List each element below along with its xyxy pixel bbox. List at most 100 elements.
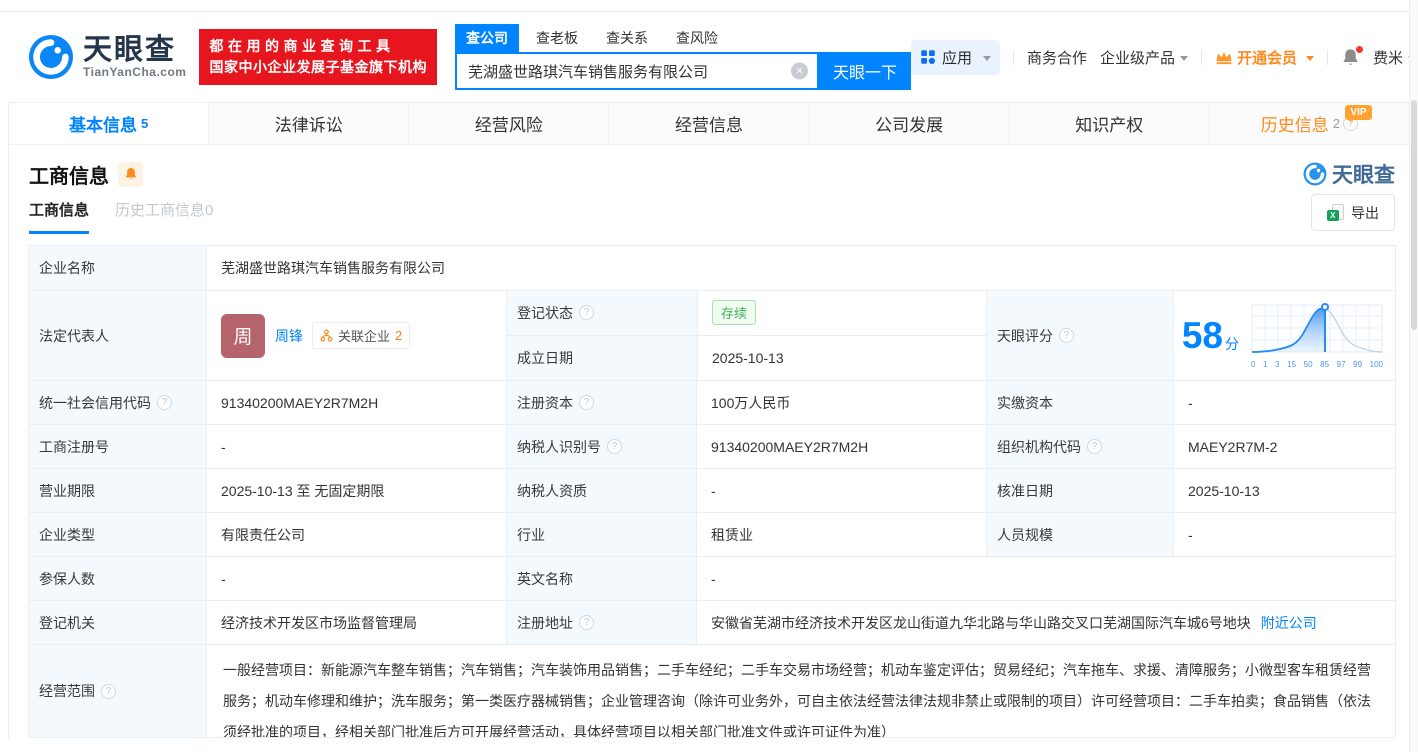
credit-code-label: 统一社会信用代码	[29, 381, 206, 424]
company-nav-tabs: 基本信息5 法律诉讼 经营风险 经营信息 公司发展 知识产权 历史信息2 VIP	[9, 102, 1409, 145]
tab-basic-info[interactable]: 基本信息 5	[9, 103, 209, 144]
tab-operation-info[interactable]: 经营信息	[608, 103, 808, 144]
vip-label: 开通会员	[1237, 49, 1298, 67]
reg-capital-value: 100万人民币	[696, 381, 986, 424]
chevron-down-icon	[1306, 55, 1315, 65]
header-menu: 应用 商务合作 企业级产品 开通会员 费米	[910, 39, 1417, 75]
search-input[interactable]	[454, 52, 819, 90]
related-companies-badge[interactable]: 关联企业 2	[312, 322, 411, 349]
excel-icon	[1327, 204, 1344, 221]
avatar[interactable]: 周	[221, 313, 265, 358]
menu-divider	[1327, 49, 1329, 65]
subtab-business-info[interactable]: 工商信息	[29, 199, 90, 234]
tab-intellectual-property[interactable]: 知识产权	[1008, 103, 1209, 144]
help-icon[interactable]	[579, 395, 594, 410]
insured-num-label: 参保人数	[29, 557, 206, 600]
tab-count: 2	[1332, 116, 1341, 131]
cooperation-link[interactable]: 商务合作	[1027, 47, 1087, 68]
export-button[interactable]: 导出	[1311, 194, 1395, 231]
org-code-value: MAEY2R7M-2	[1173, 425, 1395, 468]
taxpayer-no-value: 91340200MAEY2R7M2H	[696, 425, 986, 468]
menu-divider	[1013, 49, 1014, 65]
help-icon[interactable]	[101, 683, 116, 699]
clear-search-icon[interactable]	[790, 62, 808, 80]
bell-icon	[125, 168, 136, 180]
legal-rep-cell: 周 周锋 关联企业 2	[206, 291, 506, 380]
staff-scale-label: 人员规模	[986, 513, 1173, 556]
enterprise-link[interactable]: 企业级产品	[1100, 47, 1189, 68]
search-tabs: 查公司 查老板 查关系 查风险	[454, 24, 911, 52]
search-button[interactable]: 天眼一下	[818, 52, 911, 90]
reg-address-value: 安徽省芜湖市经济技术开发区龙山街道九华北路与华山路交叉口芜湖国际汽车城6号地块 …	[696, 601, 1395, 644]
help-icon[interactable]	[579, 615, 594, 630]
reg-authority-value: 经济技术开发区市场监督管理局	[206, 601, 506, 644]
search-block: 查公司 查老板 查关系 查风险 天眼一下	[454, 24, 911, 90]
table-row: 营业期限 2025-10-13 至 无固定期限 纳税人资质 - 核准日期 202…	[29, 468, 1395, 512]
main-content: 基本信息5 法律诉讼 经营风险 经营信息 公司发展 知识产权 历史信息2 VIP…	[8, 102, 1409, 738]
promo-line2: 国家中小企业发展子基金旗下机构	[209, 59, 427, 75]
notifications-button[interactable]	[1341, 45, 1364, 67]
eye-logo-icon	[1303, 162, 1327, 186]
staff-scale-value: -	[1173, 513, 1395, 556]
username: 费米	[1373, 49, 1404, 67]
menu-divider	[1201, 49, 1203, 65]
table-row: 登记机关 经济技术开发区市场监督管理局 注册地址 安徽省芜湖市经济技术开发区龙山…	[29, 600, 1395, 644]
vip-badge: VIP	[1345, 105, 1372, 122]
status-badge: 存续	[712, 300, 757, 326]
biz-scope-value: 一般经营项目：新能源汽车整车销售；汽车销售；汽车装饰用品销售；二手车经纪；二手车…	[206, 645, 1395, 737]
tianyancha-logo[interactable]: 天眼查 TianYanCha.com	[28, 34, 186, 80]
tab-label: 法律诉讼	[274, 116, 343, 135]
logo-title: 天眼查	[83, 33, 177, 66]
table-row: 统一社会信用代码 91340200MAEY2R7M2H 注册资本 100万人民币…	[29, 380, 1395, 424]
reg-capital-label: 注册资本	[506, 381, 696, 424]
company-name-label: 企业名称	[29, 246, 206, 290]
search-row: 天眼一下	[454, 52, 911, 90]
header: 天眼查 TianYanCha.com 都在用的商业查询工具 国家中小企业发展子基…	[0, 12, 1418, 102]
logo-text: 天眼查 TianYanCha.com	[83, 33, 186, 79]
chevron-down-icon	[1180, 55, 1189, 65]
subscribe-bell-button[interactable]	[118, 161, 143, 187]
tab-history-info[interactable]: 历史信息2 VIP	[1208, 103, 1409, 144]
help-icon[interactable]	[579, 305, 594, 321]
apps-button[interactable]: 应用	[910, 39, 1000, 75]
table-row: 经营范围 一般经营项目：新能源汽车整车销售；汽车销售；汽车装饰用品销售；二手车经…	[29, 644, 1395, 737]
score-unit: 分	[1225, 336, 1239, 352]
taxpayer-quality-value: -	[696, 469, 986, 512]
tab-company-development[interactable]: 公司发展	[808, 103, 1009, 144]
help-icon[interactable]	[607, 439, 622, 454]
score-value: 58	[1181, 315, 1223, 356]
tab-label: 基本信息	[68, 116, 137, 135]
score-cell: 58 分 0 1 3 15 50 85 97 99 100	[1173, 291, 1395, 380]
chevron-down-icon	[983, 55, 991, 65]
reg-authority-label: 登记机关	[29, 601, 206, 644]
help-icon[interactable]	[157, 395, 172, 410]
tab-operation-risk[interactable]: 经营风险	[408, 103, 608, 144]
enterprise-label: 企业级产品	[1100, 49, 1176, 67]
help-icon[interactable]	[1087, 439, 1102, 454]
notification-dot	[1356, 45, 1364, 53]
reg-address-label: 注册地址	[506, 601, 696, 644]
search-tab-relation[interactable]: 查关系	[606, 24, 648, 52]
subtab-history-business-info[interactable]: 历史工商信息0	[115, 199, 213, 234]
search-tab-company[interactable]: 查公司	[454, 24, 519, 52]
eye-logo-icon	[28, 34, 74, 80]
search-tab-boss[interactable]: 查老板	[536, 24, 578, 52]
tab-legal-proceedings[interactable]: 法律诉讼	[208, 103, 408, 144]
approval-date-label: 核准日期	[986, 469, 1173, 512]
crown-icon	[1216, 52, 1232, 65]
score-curve	[1251, 303, 1383, 353]
grid-apps-icon	[921, 50, 935, 64]
vip-link[interactable]: 开通会员	[1215, 47, 1315, 68]
table-row: 企业类型 有限责任公司 行业 租赁业 人员规模 -	[29, 512, 1395, 556]
insured-num-value: -	[206, 557, 506, 600]
help-icon[interactable]	[1059, 328, 1074, 343]
nearby-companies-link[interactable]: 附近公司	[1261, 613, 1317, 633]
search-input-wrap	[454, 52, 819, 90]
scrollbar-thumb[interactable]	[1411, 100, 1417, 330]
search-tab-risk[interactable]: 查风险	[676, 24, 718, 52]
legal-rep-name-link[interactable]: 周锋	[275, 326, 303, 346]
legal-rep-label: 法定代表人	[29, 291, 206, 380]
tianyan-score[interactable]: 58 分	[1182, 317, 1239, 354]
paid-capital-value: -	[1173, 381, 1395, 424]
scrollbar	[1409, 0, 1418, 752]
